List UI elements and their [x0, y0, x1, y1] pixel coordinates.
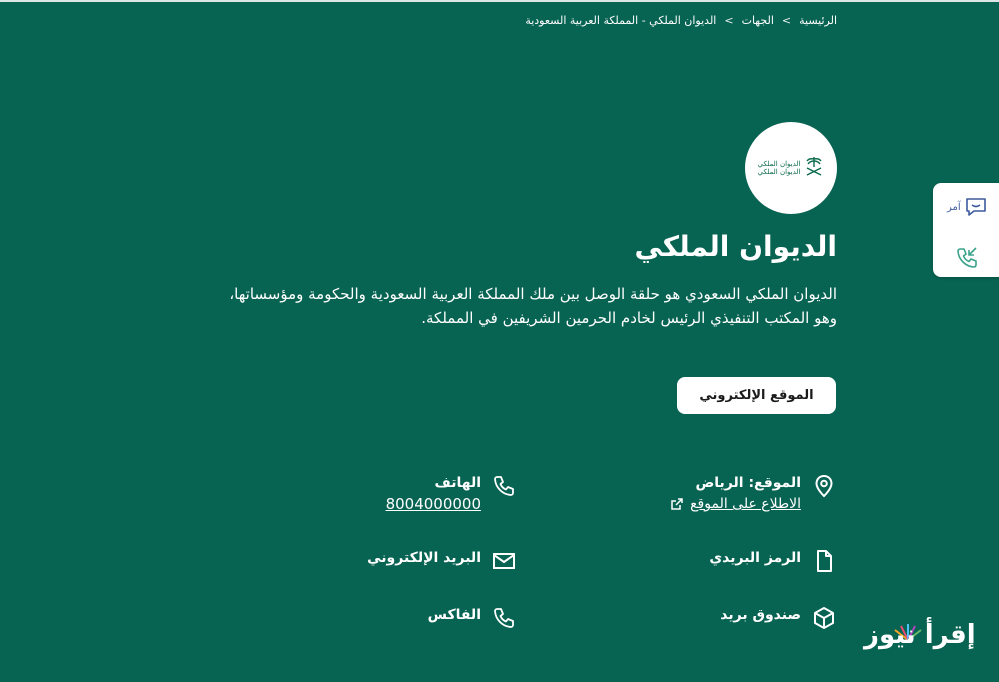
po-box-info: صندوق بريد: [720, 605, 837, 631]
location-info: الموقع: الرياض الاطلاع على الموقع: [670, 473, 837, 515]
watermark-logo: إقرأ نيوز: [864, 620, 976, 650]
email-info: البريد الإلكتروني: [367, 548, 517, 574]
po-box-label: صندوق بريد: [720, 607, 801, 623]
breadcrumb: الرئيسية > الجهات > الديوان الملكي - الم…: [525, 14, 837, 27]
box-icon: [811, 605, 837, 631]
email-label: البريد الإلكتروني: [367, 550, 481, 566]
phone-label: الهاتف: [434, 475, 481, 491]
phone-icon: [491, 473, 517, 499]
call-button[interactable]: [954, 245, 980, 271]
incoming-call-icon: [957, 247, 977, 268]
royal-court-logo: الديوان الملكي الديوان الملكي: [758, 155, 825, 181]
location-label: الموقع: الرياض: [695, 475, 801, 491]
top-border: [0, 0, 999, 2]
breadcrumb-entities[interactable]: الجهات: [742, 14, 774, 27]
phone-number-link[interactable]: 8004000000: [386, 493, 481, 515]
side-floating-panel: آمر: [933, 183, 999, 277]
breadcrumb-current: الديوان الملكي - المملكة العربية السعودي…: [525, 14, 717, 27]
entity-logo: الديوان الملكي الديوان الملكي: [745, 122, 837, 214]
fax-info: الفاكس: [428, 605, 517, 631]
external-link-icon: [671, 498, 683, 510]
breadcrumb-separator: >: [781, 14, 792, 27]
page-title: الديوان الملكي: [634, 230, 837, 263]
location-pin-icon: [811, 473, 837, 499]
breadcrumb-home[interactable]: الرئيسية: [799, 14, 837, 27]
view-location-link-text: الاطلاع على الموقع: [690, 496, 801, 512]
document-icon: [811, 548, 837, 574]
phone-info: الهاتف 8004000000: [386, 473, 517, 515]
postal-code-label: الرمز البريدي: [709, 550, 801, 566]
mail-icon: [491, 548, 517, 574]
entity-description: الديوان الملكي السعودي هو حلقة الوصل بين…: [229, 285, 837, 327]
chat-bubble-icon: [965, 198, 986, 216]
website-button[interactable]: الموقع الإلكتروني: [677, 377, 836, 414]
amer-label: آمر: [947, 201, 961, 213]
view-location-link[interactable]: الاطلاع على الموقع: [670, 493, 801, 515]
logo-caption: الديوان الملكي الديوان الملكي: [757, 160, 801, 176]
fax-label: الفاكس: [427, 607, 481, 623]
amer-button[interactable]: آمر: [947, 195, 988, 219]
breadcrumb-separator: >: [724, 14, 734, 27]
postal-code-info: الرمز البريدي: [709, 548, 837, 574]
palm-swords-emblem-icon: [804, 155, 824, 181]
fax-phone-icon: [491, 605, 517, 631]
